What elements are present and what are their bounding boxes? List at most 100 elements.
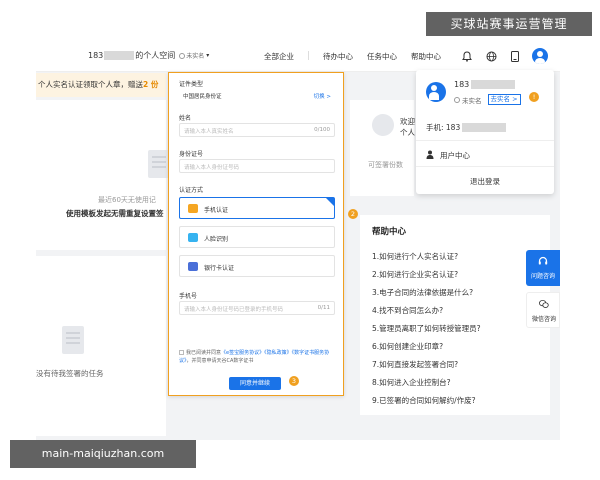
agree-suffix: ，并同意申请天谷CA数字证书	[186, 357, 254, 364]
watermark-top: 买球站赛事运营管理	[426, 12, 592, 36]
agreement-text: 我已阅读并同意《e签宝服务协议》《隐私政策》《数字证书服务协议》，并同意申请天谷…	[179, 350, 337, 365]
signable-count-label: 可签署份数	[368, 161, 403, 169]
phone-verify-icon	[188, 204, 198, 213]
welcome-line1: 欢迎	[400, 117, 415, 126]
headset-icon	[538, 256, 548, 266]
doc-type-value: 中国居民身份证	[183, 94, 222, 100]
nav-help-center[interactable]: 帮助中心	[411, 51, 441, 62]
name-char-count: 0/100	[314, 127, 330, 133]
account-prefix: 183	[88, 51, 104, 60]
help-item[interactable]: 3.电子合同的法律依据是什么?	[372, 287, 473, 298]
empty-document-icon	[148, 150, 170, 178]
nav-task-center[interactable]: 任务中心	[367, 51, 397, 62]
logout-item[interactable]: 退出登录	[416, 176, 554, 187]
nav-divider	[308, 51, 309, 60]
method-bank[interactable]: 银行卡认证	[179, 255, 335, 277]
doc-type-switch-link[interactable]: 切换 >	[314, 92, 331, 100]
wechat-label: 微信咨询	[531, 316, 556, 323]
welcome-text: 欢迎 个人	[400, 116, 415, 138]
pending-tasks-panel: 没有待我签署的任务	[36, 256, 166, 436]
method-face[interactable]: 人脸识别	[179, 226, 335, 248]
account-suffix: 的个人空间	[135, 51, 176, 60]
verify-status-text: 未实名	[186, 53, 205, 60]
phone-char-count: 0/11	[317, 305, 330, 311]
name-label: 姓名	[179, 115, 192, 122]
status-dot-icon	[454, 96, 460, 103]
user-center-item[interactable]: 用户中心	[426, 150, 470, 161]
phone-icon[interactable]	[508, 49, 522, 63]
help-title: 帮助中心	[372, 227, 407, 237]
help-item[interactable]: 4.找不到合同怎么办?	[372, 305, 443, 316]
globe-icon[interactable]	[484, 49, 498, 63]
agree-prefix: 我已阅读并同意	[186, 350, 222, 356]
help-item[interactable]: 5.管理员离职了如何转授管理员?	[372, 323, 481, 334]
consult-label: 问题咨询	[530, 273, 555, 280]
welcome-card: 欢迎 个人 可签署份数	[350, 100, 415, 196]
agree-continue-button[interactable]: 同意并继续	[229, 377, 281, 390]
phone-input[interactable]: 请输入本人身份证号码已登录的手机号码 0/11	[179, 301, 335, 315]
dropdown-divider	[416, 166, 554, 167]
step-marker-2: 2	[348, 209, 358, 219]
user-icon	[426, 150, 434, 161]
phone-label: 手机号	[179, 293, 198, 300]
nav-all-companies[interactable]: 全部企业	[264, 51, 294, 62]
agree-checkbox[interactable]	[179, 350, 184, 355]
user-avatar	[372, 114, 394, 136]
dropdown-avatar-icon	[426, 82, 446, 102]
id-number-input[interactable]: 请输入本人身份证号码	[179, 159, 335, 173]
help-item[interactable]: 1.如何进行个人实名认证?	[372, 251, 458, 262]
real-name-verify-form: 证件类型 中国居民身份证 切换 > 姓名 请输入本人真实姓名 0/100 身份证…	[168, 72, 344, 396]
account-space-switcher[interactable]: 183 的个人空间 未实名 ▾	[88, 50, 209, 61]
username-prefix: 183	[454, 80, 470, 89]
help-item[interactable]: 7.如何直接发起签署合同?	[372, 359, 458, 370]
user-dropdown-menu: 183 未实名 去实名 > 手机: 183 用户中心 退出登录	[416, 70, 554, 194]
help-item[interactable]: 8.如何进入企业控制台?	[372, 377, 451, 388]
dropdown-status: 未实名 去实名 >	[454, 94, 521, 105]
bank-card-icon	[188, 262, 198, 271]
top-bar: 183 的个人空间 未实名 ▾ 全部企业 待办中心 任务中心 帮助中心	[36, 40, 560, 72]
go-verify-button[interactable]: 去实名 >	[487, 94, 521, 105]
doc-type-select[interactable]: 中国居民身份证 切换 >	[179, 89, 335, 103]
phone-placeholder: 请输入本人身份证号码已登录的手机号码	[184, 307, 284, 313]
empty-recent-text: 最近60天无使用记	[98, 196, 156, 204]
help-center-card: 帮助中心 1.如何进行个人实名认证? 2.如何进行企业实名认证? 3.电子合同的…	[360, 215, 550, 415]
recent-files-panel: 最近60天无使用记 使用模板发起无需重复设置签	[36, 100, 170, 250]
doc-type-label: 证件类型	[179, 81, 204, 88]
dropdown-status-text: 未实名	[462, 96, 482, 105]
bell-icon[interactable]	[460, 49, 474, 63]
empty-document-icon	[62, 326, 84, 354]
method-face-label: 人脸识别	[204, 236, 229, 243]
status-dot-icon	[179, 52, 186, 59]
privacy-policy-link[interactable]: 《隐私政策》	[264, 350, 292, 356]
id-number-label: 身份证号	[179, 151, 204, 158]
watermark-bottom: main-maiqiuzhan.com	[10, 440, 196, 468]
user-center-label: 用户中心	[440, 151, 470, 160]
notice-highlight: 2 份	[143, 80, 159, 89]
help-item[interactable]: 6.如何创建企业印章?	[372, 341, 443, 352]
top-nav: 全部企业 待办中心 任务中心 帮助中心	[264, 51, 455, 62]
help-item[interactable]: 2.如何进行企业实名认证?	[372, 269, 458, 280]
masked-phone	[104, 51, 135, 60]
service-agreement-link[interactable]: 《e签宝服务协议》	[221, 350, 264, 356]
dropdown-divider	[416, 140, 554, 141]
dropdown-phone: 手机: 183	[426, 122, 507, 133]
wechat-float-button[interactable]: 微信咨询	[526, 292, 560, 328]
step-marker-3: 3	[289, 376, 299, 386]
name-placeholder: 请输入本人真实姓名	[184, 129, 234, 135]
help-item[interactable]: 9.已签署的合同如何解约/作废?	[372, 395, 476, 406]
id-number-placeholder: 请输入本人身份证号码	[184, 165, 240, 171]
page: 183 的个人空间 未实名 ▾ 全部企业 待办中心 任务中心 帮助中心 买球站赛…	[0, 0, 600, 480]
phone-prefix: 手机: 183	[426, 123, 461, 132]
avatar-icon[interactable]	[532, 48, 548, 64]
wechat-icon	[539, 299, 549, 309]
method-bank-label: 银行卡认证	[204, 265, 235, 272]
step-marker-1: !	[529, 92, 539, 102]
method-phone[interactable]: 手机认证	[179, 197, 335, 219]
welcome-line2: 个人	[400, 128, 415, 137]
notice-text: 个人实名认证领取个人章，赠送	[38, 80, 143, 89]
nav-todo-center[interactable]: 待办中心	[323, 51, 353, 62]
consult-float-button[interactable]: 问题咨询	[526, 250, 560, 286]
dropdown-username: 183	[454, 80, 516, 89]
name-input[interactable]: 请输入本人真实姓名 0/100	[179, 123, 335, 137]
top-icon-group	[460, 48, 548, 64]
